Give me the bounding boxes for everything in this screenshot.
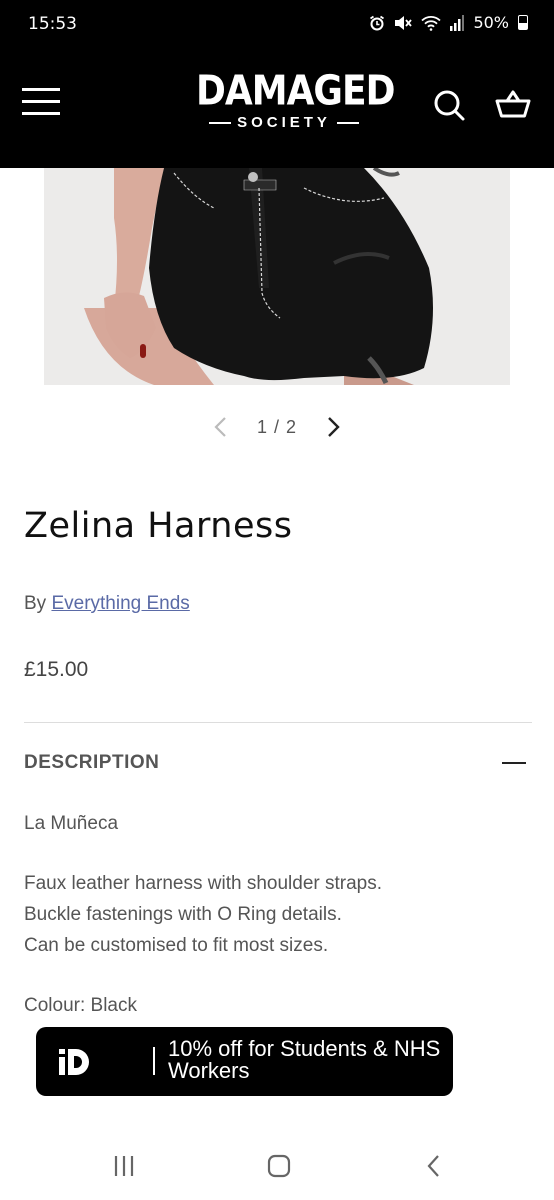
wifi-icon	[421, 15, 442, 31]
site-header: DAMAGED SOCIETY	[0, 42, 554, 168]
chevron-left-icon	[214, 417, 226, 437]
status-icons: 50%	[369, 13, 528, 32]
product-vendor: By Everything Ends	[24, 593, 190, 615]
home-button[interactable]	[259, 1152, 299, 1180]
search-button[interactable]	[432, 88, 468, 124]
alarm-icon	[370, 15, 385, 30]
mute-icon	[395, 15, 413, 30]
description-heading: DESCRIPTION	[24, 752, 160, 773]
vendor-link[interactable]: Everything Ends	[51, 593, 189, 614]
gallery-counter: 1 / 2	[256, 417, 298, 437]
back-icon	[427, 1155, 439, 1177]
back-button[interactable]	[414, 1152, 454, 1180]
description-brand: La Muñeca	[24, 813, 119, 834]
minus-icon	[502, 762, 526, 764]
status-bar: 15:53 50%	[0, 0, 554, 42]
menu-button[interactable]	[22, 88, 62, 120]
description-line: Can be customised to fit most sizes.	[24, 935, 329, 956]
gallery-next-button[interactable]	[320, 414, 346, 440]
description-body: La Muñeca Faux leather harness with shou…	[24, 808, 524, 1021]
product-photo	[44, 168, 510, 385]
description-accordion-toggle[interactable]: DESCRIPTION	[24, 752, 532, 776]
basket-icon	[495, 90, 531, 118]
home-icon	[267, 1154, 291, 1178]
chevron-right-icon	[328, 417, 340, 437]
logo-wordmark: DAMAGED	[196, 67, 395, 115]
promo-text: 10% off for Students & NHS Workers	[168, 1036, 441, 1083]
description-line: Buckle fastenings with O Ring details.	[24, 904, 342, 925]
section-divider	[24, 722, 532, 723]
description-line: Faux leather harness with shoulder strap…	[24, 873, 383, 894]
vendor-prefix: By	[24, 593, 52, 614]
description-colour: Colour: Black	[24, 995, 137, 1016]
system-nav-bar	[0, 1130, 554, 1200]
gallery-pager: 1 / 2	[0, 408, 554, 444]
promo-separator	[153, 1047, 155, 1075]
product-image[interactable]	[44, 168, 510, 385]
battery-level: 50%	[473, 13, 509, 32]
battery-icon	[518, 15, 528, 30]
search-icon	[434, 90, 465, 121]
cart-button[interactable]	[494, 88, 534, 124]
recents-icon	[114, 1156, 134, 1176]
signal-icon	[450, 14, 465, 31]
site-logo[interactable]: DAMAGED SOCIETY	[196, 67, 395, 131]
recents-button[interactable]	[104, 1152, 144, 1180]
student-discount-banner[interactable]: 10% off for Students & NHS Workers	[36, 1027, 453, 1096]
product-price: £15.00	[24, 658, 89, 681]
product-title: Zelina Harness	[24, 506, 293, 546]
gallery-prev-button[interactable]	[208, 414, 234, 440]
status-time: 15:53	[28, 14, 77, 34]
idays-logo-icon	[59, 1049, 89, 1075]
menu-icon	[22, 88, 62, 115]
